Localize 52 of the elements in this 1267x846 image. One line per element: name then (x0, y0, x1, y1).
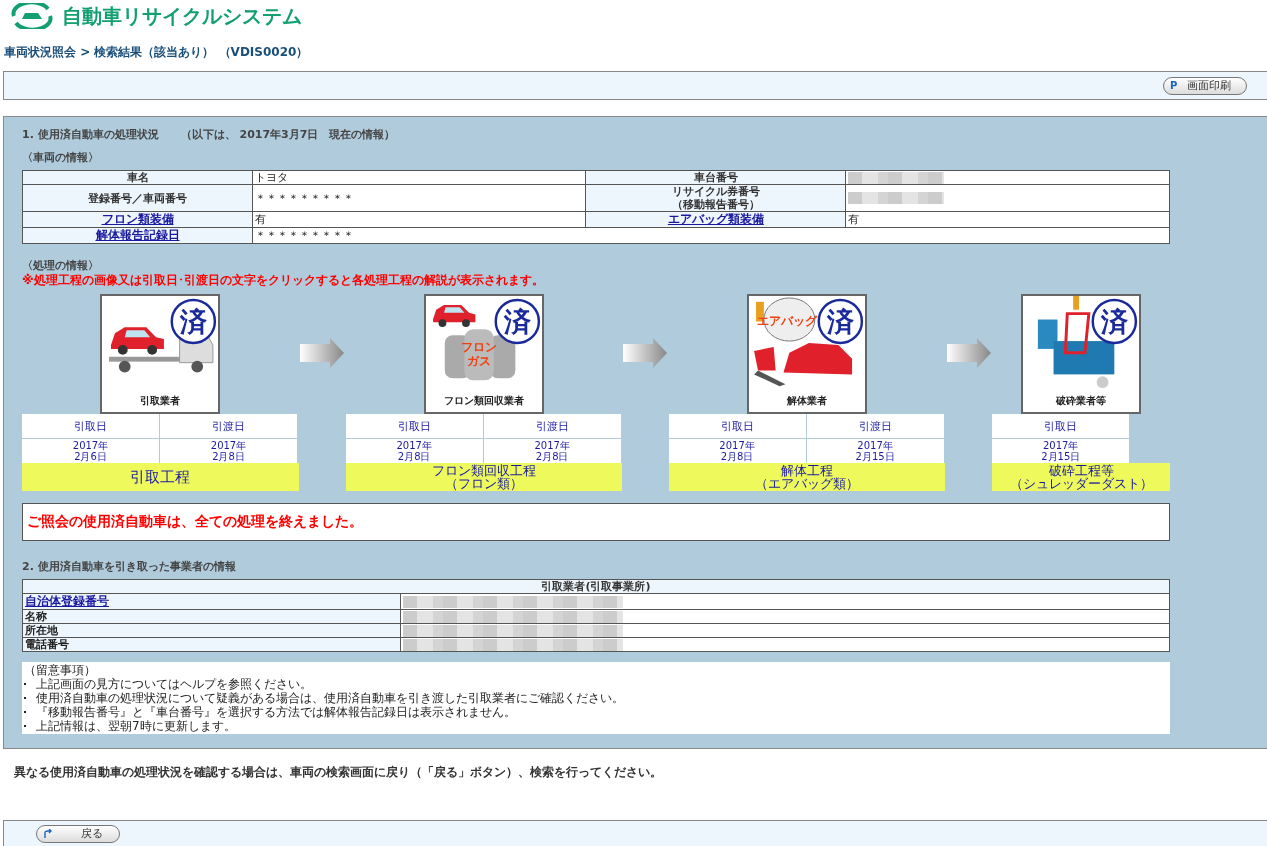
result-message: ご照会の使用済自動車は、全ての処理を終えました。 (27, 513, 363, 531)
section-title: 2. 使用済自動車を引き取った事業者の情報 (22, 559, 237, 574)
field-link[interactable]: 自治体登録番号 (25, 594, 109, 608)
field-value: ＊＊＊＊＊＊＊＊＊ (252, 184, 586, 212)
stamp-icon: 済 (170, 298, 217, 345)
arrow-icon (300, 338, 345, 368)
logo-text: 自動車リサイクルシステム (62, 2, 302, 30)
arrow-icon (623, 338, 668, 368)
back-button[interactable]: 戻る (36, 824, 120, 843)
section-title: 1. 使用済自動車の処理状況 （以下は、 2017年3月7日 現在の情報） (22, 127, 397, 142)
process-title: 引取工程 (22, 463, 299, 491)
process-image[interactable]: エアバッグ 済 解体業者 (746, 294, 867, 414)
field-link[interactable]: エアバッグ類装備 (667, 212, 764, 226)
process-title: 破砕工程等 （シュレッダーダスト） (992, 463, 1171, 491)
process-title: 解体工程 （エアバッグ類） (668, 463, 946, 491)
field-value: 有 (845, 211, 1170, 228)
print-button[interactable]: P 画面印刷 (1163, 76, 1247, 95)
date-label[interactable]: 引渡日 (806, 414, 945, 439)
process-image[interactable]: 済 破砕業者等 (1021, 294, 1142, 414)
field-label: 登録番号／車両番号 (22, 184, 253, 212)
field-value: トヨタ (252, 170, 586, 185)
date-label[interactable]: 引渡日 (160, 414, 298, 439)
note-text: 上記画面の見方についてはヘルプを参照ください。 (36, 677, 312, 691)
field-label: 車名 (22, 170, 253, 185)
process-title: フロン類回収工程 （フロン類） (345, 463, 622, 491)
note-text: 上記情報は、翌朝7時に更新します。 (36, 719, 236, 733)
stamp-icon: 済 (1091, 298, 1138, 345)
arrow-icon (946, 338, 991, 368)
date-label[interactable]: 引取日 (668, 414, 807, 439)
return-arrow-icon (43, 828, 53, 839)
field-value: ＊＊＊＊＊＊＊＊＊ (252, 227, 1170, 244)
logo-icon (8, 3, 56, 29)
subsection-title: 〈車両の情報〉 (22, 150, 100, 165)
breadcrumb: 車両状況照会 > 検索結果（該当あり） （VDIS0020） (3, 44, 310, 61)
field-label: リサイクル券番号 （移動報告番号） (585, 184, 846, 212)
table-header: 引取業者(引取事業所) (22, 579, 1170, 594)
field-value: 有 (252, 211, 586, 228)
subsection-title: 〈処理の情報〉 (22, 258, 100, 273)
date-label[interactable]: 引取日 (345, 414, 484, 439)
date-label[interactable]: 引渡日 (483, 414, 622, 439)
field-link[interactable]: フロン類装備 (101, 212, 174, 226)
note-text: 使用済自動車の処理状況について疑義がある場合は、使用済自動車を引き渡した引取業者にご確認ください。 (36, 691, 624, 705)
stamp-icon: 済 (817, 298, 864, 345)
notes-heading: （留意事項） (24, 663, 97, 677)
date-label[interactable]: 引取日 (992, 414, 1131, 439)
date-label[interactable]: 引取日 (22, 414, 160, 439)
instruction-text: 異なる使用済自動車の処理状況を確認する場合は、車両の検索画面に戻り（「戻る」ボタン）、検索を行ってください。 (13, 764, 663, 781)
process-note: ※処理工程の画像又は引取日･引渡日の文字をクリックすると各処理工程の解説が表示されます。 (22, 273, 545, 288)
note-text: 『移動報告番号』と『車台番号』を選択する方法では解体報告記録日は表示されません。 (36, 705, 516, 719)
field-label: 車台番号 (585, 170, 846, 185)
process-image[interactable]: 済 引取業者 (100, 294, 221, 414)
field-link[interactable]: 解体報告記録日 (95, 228, 180, 242)
